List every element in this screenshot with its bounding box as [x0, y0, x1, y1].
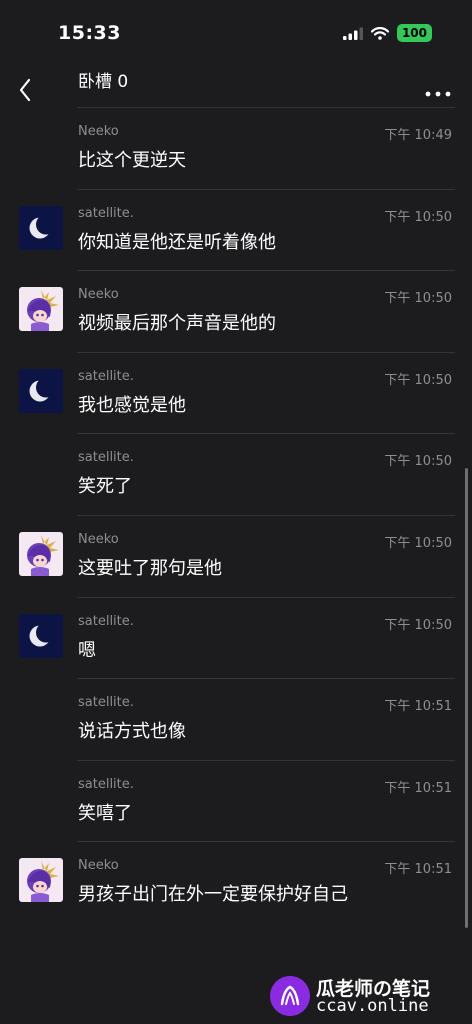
message-text: 我也感觉是他	[78, 394, 186, 416]
message-item[interactable]: satellite. 下午 10:51 说话方式也像	[0, 678, 472, 760]
watermark-logo-icon	[270, 976, 310, 1016]
divider	[77, 107, 455, 108]
status-bar: 15:33 100	[0, 0, 472, 60]
anime-avatar-icon[interactable]	[19, 531, 63, 576]
message-text: 这要吐了那句是他	[78, 557, 222, 579]
sender-name[interactable]: satellite.	[78, 777, 134, 792]
timestamp: 下午 10:51	[384, 862, 452, 878]
sender-name[interactable]: satellite.	[78, 614, 134, 629]
divider	[77, 678, 455, 680]
timestamp: 下午 10:49	[384, 128, 452, 143]
sender-name[interactable]: satellite.	[78, 369, 134, 384]
sender-name[interactable]: satellite.	[78, 450, 134, 465]
anime-avatar-icon[interactable]	[19, 858, 63, 903]
message-item[interactable]: Neeko 下午 10:50 这要吐了那句是他	[0, 514, 472, 597]
more-icon[interactable]	[424, 82, 452, 98]
watermark-url: ccav.online	[316, 996, 429, 1016]
watermark: 瓜老师の笔记 ccav.online	[270, 970, 460, 1020]
moon-avatar-icon[interactable]	[19, 205, 63, 250]
moon-avatar-icon[interactable]	[19, 368, 63, 413]
signal-icon	[342, 27, 363, 40]
divider	[77, 270, 455, 272]
timestamp: 下午 10:50	[384, 454, 452, 470]
timestamp: 下午 10:51	[384, 699, 452, 715]
message-item[interactable]: Neeko 下午 10:51 男孩子出门在外一定要保护好自己	[0, 841, 472, 923]
channel-title: 卧槽 0	[78, 72, 129, 92]
message-item[interactable]: satellite. 下午 10:51 笑嘻了	[0, 759, 472, 842]
wifi-icon	[370, 26, 389, 40]
chat-header: 卧槽 0	[0, 60, 472, 108]
message-text: 比这个更逆天	[78, 150, 186, 171]
chevron-left-icon[interactable]	[14, 78, 38, 102]
message-item[interactable]: Neeko 下午 10:49 比这个更逆天	[0, 107, 472, 189]
divider	[77, 351, 455, 353]
timestamp: 下午 10:50	[384, 291, 452, 307]
message-text: 笑嘻了	[78, 802, 132, 824]
message-item[interactable]: satellite. 下午 10:50 你知道是他还是听着像他	[0, 188, 472, 271]
message-text: 笑死了	[78, 476, 132, 498]
divider	[77, 188, 455, 190]
sender-name[interactable]: Neeko	[78, 287, 119, 302]
message-text: 说话方式也像	[78, 721, 186, 743]
message-text: 男孩子出门在外一定要保护好自己	[78, 884, 348, 906]
message-text: 你知道是他还是听着像他	[78, 231, 276, 253]
message-item[interactable]: satellite. 下午 10:50 嗯	[0, 596, 472, 679]
moon-avatar-icon[interactable]	[19, 613, 63, 658]
status-icons: 100	[342, 24, 432, 42]
timestamp: 下午 10:50	[384, 372, 452, 388]
status-time: 15:33	[58, 22, 121, 44]
timestamp: 下午 10:51	[384, 780, 452, 796]
timestamp: 下午 10:50	[384, 617, 452, 633]
battery-icon: 100	[396, 24, 432, 42]
sender-name[interactable]: Neeko	[78, 124, 119, 139]
message-item[interactable]: satellite. 下午 10:50 笑死了	[0, 433, 472, 515]
sender-name[interactable]: satellite.	[78, 206, 134, 221]
divider	[77, 596, 455, 598]
timestamp: 下午 10:50	[384, 535, 452, 551]
sender-name[interactable]: Neeko	[78, 858, 119, 873]
message-list: Neeko 下午 10:49 比这个更逆天 satellite. 下午 10:5…	[0, 107, 472, 923]
sender-name[interactable]: satellite.	[78, 695, 134, 710]
anime-avatar-icon[interactable]	[19, 287, 63, 332]
timestamp: 下午 10:50	[384, 209, 452, 225]
message-text: 视频最后那个声音是他的	[78, 313, 276, 335]
divider	[77, 759, 455, 761]
message-item[interactable]: Neeko 下午 10:50 视频最后那个声音是他的	[0, 270, 472, 352]
scrollbar[interactable]	[465, 468, 468, 928]
message-item[interactable]: satellite. 下午 10:50 我也感觉是他	[0, 351, 472, 434]
divider	[77, 841, 455, 843]
divider	[77, 433, 455, 435]
message-text: 嗯	[78, 639, 96, 661]
sender-name[interactable]: Neeko	[78, 532, 119, 547]
divider	[77, 514, 455, 516]
